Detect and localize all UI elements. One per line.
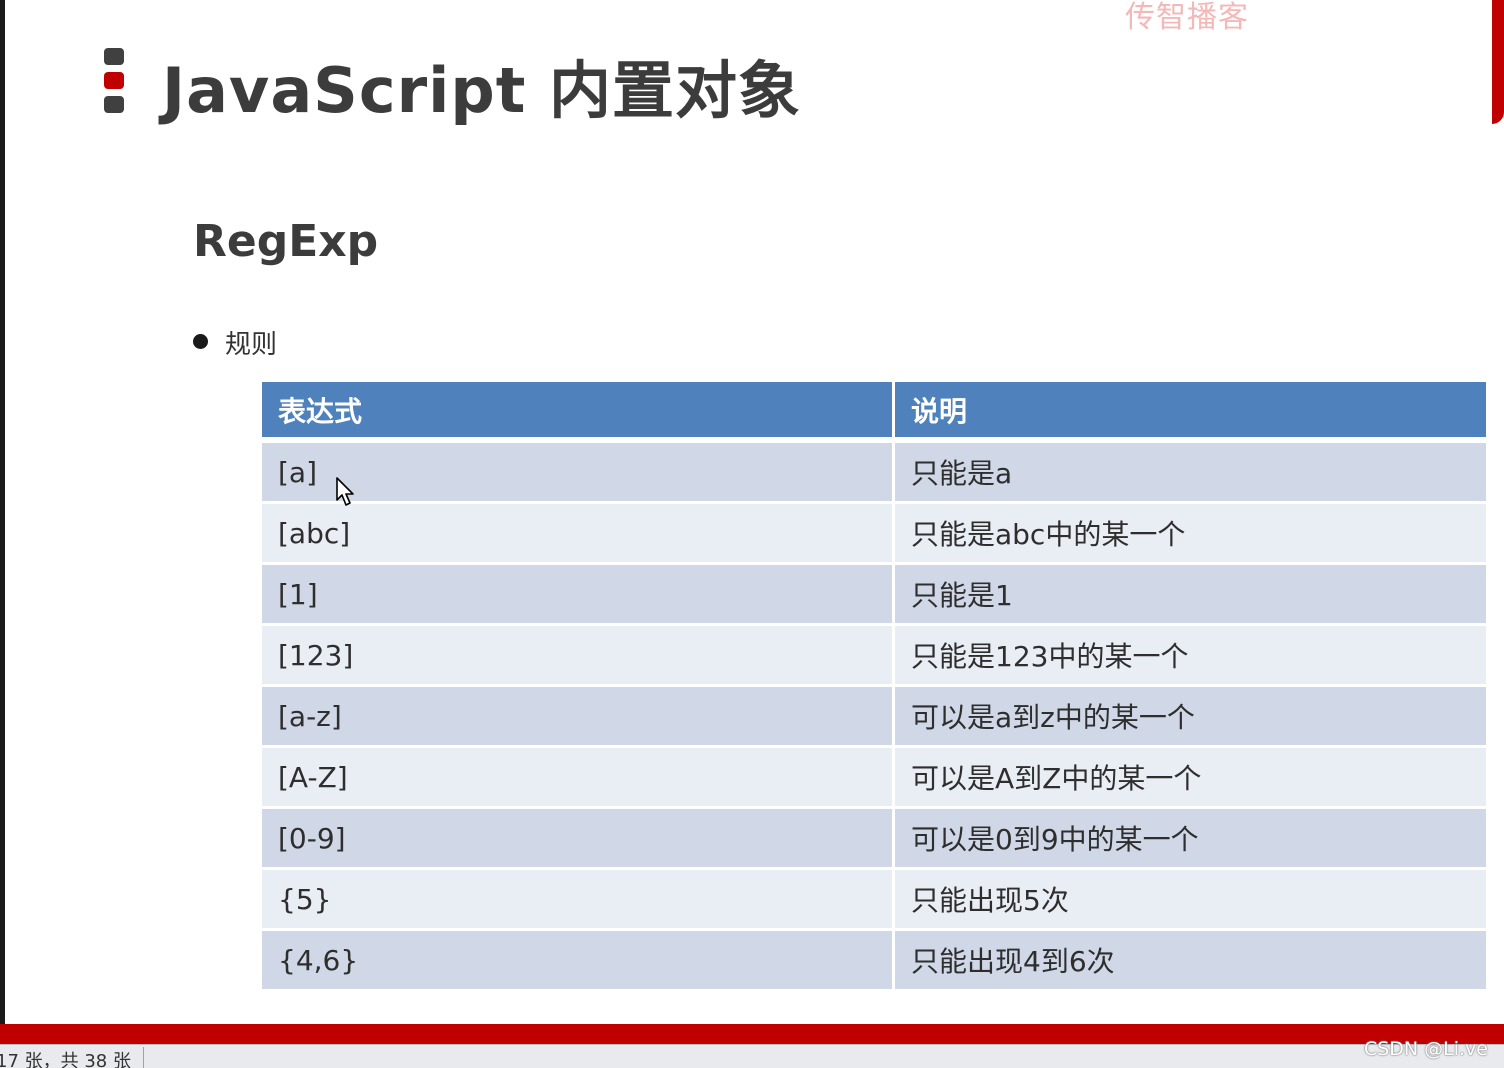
bullet-text: 规则: [225, 330, 278, 360]
table-row: [A-Z] 可以是A到Z中的某一个: [259, 745, 1489, 809]
cell-description: 只能是abc中的某一个: [892, 501, 1489, 565]
cell-expression: [123]: [259, 623, 895, 687]
table-row: [a] 只能是a: [259, 438, 1489, 504]
table-row: {4,6} 只能出现4到6次: [259, 928, 1489, 992]
cell-description: 只能是1: [892, 562, 1489, 626]
table-row: {5} 只能出现5次: [259, 867, 1489, 931]
cell-expression: {5}: [259, 867, 895, 931]
bullet-icon: [193, 334, 208, 349]
table-header-row: 表达式 说明: [259, 379, 1489, 443]
cell-expression: [0-9]: [259, 806, 895, 870]
mouse-cursor-icon: [336, 477, 354, 506]
header-expression: 表达式: [259, 379, 895, 443]
corner-accent: [1492, 0, 1504, 124]
slide-title: JavaScript 内置对象: [162, 54, 801, 127]
cell-description: 只能是123中的某一个: [892, 623, 1489, 687]
cell-description: 只能是a: [892, 438, 1489, 504]
cell-expression: [1]: [259, 562, 895, 626]
cell-description: 只能出现5次: [892, 867, 1489, 931]
regexp-rules-table: 表达式 说明 [a] 只能是a [abc] 只能是abc中的某一个 [1] 只能…: [259, 379, 1489, 992]
cell-expression: [A-Z]: [259, 745, 895, 809]
slide-screen: 传智播客 JavaScript 内置对象 RegExp 规则 表达式 说明 [a…: [0, 0, 1504, 1068]
table-row: [abc] 只能是abc中的某一个: [259, 501, 1489, 565]
cell-expression: [abc]: [259, 501, 895, 565]
cell-description: 可以是A到Z中的某一个: [892, 745, 1489, 809]
cell-description: 可以是0到9中的某一个: [892, 806, 1489, 870]
csdn-watermark: CSDN @Li.ve: [1363, 1038, 1488, 1060]
slide-counter[interactable]: 17 张，共 38 张: [0, 1047, 144, 1068]
table-row: [a-z] 可以是a到z中的某一个: [259, 684, 1489, 748]
cell-expression: [a-z]: [259, 684, 895, 748]
status-bar: 17 张，共 38 张: [0, 1044, 1504, 1068]
title-marker-icon: [104, 48, 124, 114]
header-description: 说明: [892, 379, 1489, 443]
cell-description: 可以是a到z中的某一个: [892, 684, 1489, 748]
table-row: [0-9] 可以是0到9中的某一个: [259, 806, 1489, 870]
cell-description: 只能出现4到6次: [892, 928, 1489, 992]
window-left-edge: [0, 0, 5, 1040]
table-row: [123] 只能是123中的某一个: [259, 623, 1489, 687]
brand-watermark: 传智播客: [1125, 0, 1249, 35]
cell-expression: {4,6}: [259, 928, 895, 992]
slide-footer-bar: [0, 1024, 1504, 1044]
table-row: [1] 只能是1: [259, 562, 1489, 626]
section-heading: RegExp: [193, 216, 379, 267]
